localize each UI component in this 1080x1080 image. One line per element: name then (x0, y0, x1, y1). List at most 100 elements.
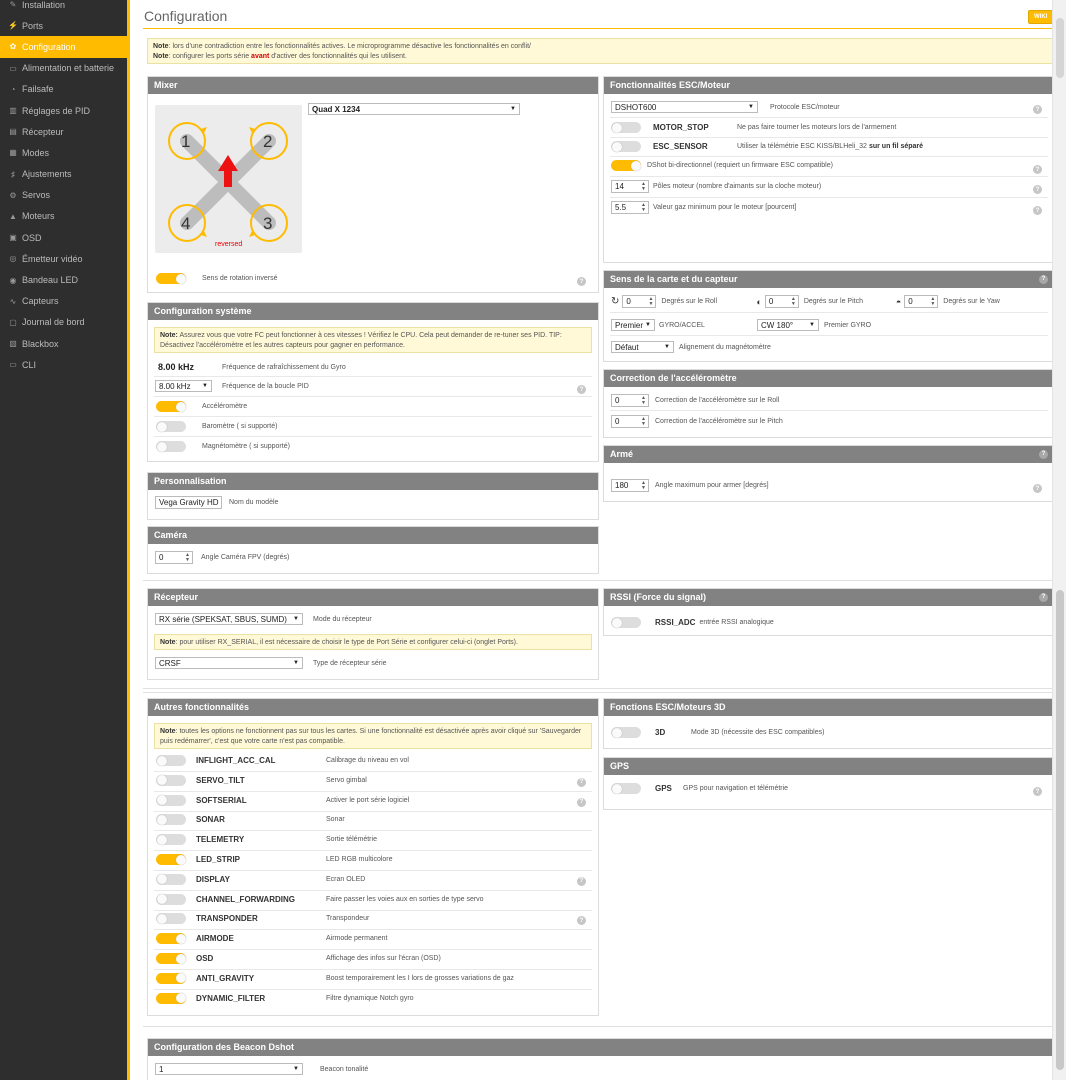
motor-poles-input[interactable]: 14 ▲ ▼ (611, 180, 649, 193)
pid-frequency-select[interactable]: 8.00 kHz ▼ (155, 380, 212, 392)
rssi-adc-toggle[interactable] (611, 617, 641, 628)
magnetometer-toggle[interactable] (156, 441, 186, 452)
help-icon[interactable]: ? (1039, 593, 1048, 602)
help-icon[interactable]: ? (1033, 484, 1042, 493)
vertical-scrollbar[interactable] (1052, 0, 1066, 1080)
motor-label-4: 4 (181, 214, 190, 233)
feature-toggle[interactable] (156, 834, 186, 846)
sidebar-item-modes[interactable]: ▦ Modes (0, 142, 127, 163)
sidebar-item-bandeau-led[interactable]: ◉ Bandeau LED (0, 269, 127, 290)
motor-stop-desc: Ne pas faire tourner les moteurs lors de… (737, 124, 897, 131)
board-yaw-input[interactable]: 0 ▲ ▼ (904, 295, 939, 308)
sidebar-item-servos[interactable]: ⚙ Servos (0, 185, 127, 206)
wiki-button[interactable]: WIKI (1028, 10, 1054, 24)
help-icon[interactable]: ? (1033, 787, 1042, 796)
feature-toggle[interactable] (156, 992, 186, 1004)
help-icon[interactable]: ? (577, 876, 586, 886)
feature-toggle[interactable] (156, 913, 186, 925)
sidebar-item-failsafe[interactable]: ◔ Failsafe (0, 79, 127, 100)
feature-desc: Boost temporairement les I lors de gross… (326, 974, 514, 982)
reverse-motor-label: Sens de rotation inversé (202, 275, 278, 282)
cli-icon: ▭ (9, 360, 17, 370)
esc-sensor-toggle[interactable] (611, 141, 641, 152)
sidebar-item-label: Ajustements (22, 169, 72, 180)
accel-trim-panel: Correction de l'accéléromètre 0 ▲ ▼ Correc… (603, 369, 1053, 438)
accelerometer-toggle[interactable] (156, 401, 186, 412)
scrollbar-thumb-upper[interactable] (1056, 18, 1064, 78)
feature-toggle[interactable] (156, 814, 186, 826)
sidebar-item-label: Capteurs (22, 296, 59, 307)
sidebar-item-blackbox[interactable]: ▧ Blackbox (0, 333, 127, 354)
feature-name: SONAR (196, 815, 225, 825)
feature-desc: Filtre dynamique Notch gyro (326, 994, 414, 1002)
help-icon[interactable]: ? (1039, 275, 1048, 284)
beacon-tone-select[interactable]: 1 ▼ (155, 1063, 303, 1075)
motor-stop-toggle[interactable] (611, 122, 641, 133)
reverse-motor-toggle[interactable] (156, 273, 186, 284)
craft-name-label: Nom du modèle (229, 499, 279, 506)
beacon-title: Configuration des Beacon Dshot (148, 1039, 1052, 1056)
gyro-select[interactable]: Premier ▼ (611, 319, 655, 331)
bidir-dshot-toggle[interactable] (611, 160, 641, 171)
feature-toggle[interactable] (156, 794, 186, 806)
scrollbar-thumb[interactable] (1056, 590, 1064, 1070)
sidebar-item-moteurs[interactable]: ▲ Moteurs (0, 206, 127, 227)
motor-idle-input[interactable]: 5.5 ▲ ▼ (611, 201, 649, 214)
feature-name: OSD (196, 954, 214, 963)
help-icon[interactable]: ? (577, 797, 586, 807)
help-icon[interactable]: ? (1039, 450, 1048, 459)
sidebar-item-ajustements[interactable]: ♯ Ajustements (0, 164, 127, 185)
mag-alignment-select[interactable]: Défaut ▼ (611, 341, 674, 353)
help-icon[interactable]: ? (1033, 185, 1042, 194)
help-icon[interactable]: ? (577, 916, 586, 926)
beacon-panel: Configuration des Beacon Dshot 1 ▼ Beacon… (147, 1038, 1053, 1080)
sidebar-item-ports[interactable]: ⚡ Ports (0, 15, 127, 36)
mixer-preset-select[interactable]: Quad X 1234 ▼ (308, 103, 520, 115)
gps-toggle[interactable] (611, 783, 641, 794)
barometer-toggle[interactable] (156, 421, 186, 432)
sidebar-item-installation[interactable]: ✎ Installation (0, 0, 127, 15)
3d-mode-toggle[interactable] (611, 727, 641, 738)
help-icon[interactable]: ? (1033, 105, 1042, 114)
sidebar-item--metteur-vid-o[interactable]: ◎ Émetteur vidéo (0, 248, 127, 269)
serial-receiver-select[interactable]: CRSF ▼ (155, 657, 303, 669)
accel-pitch-input[interactable]: 0 ▲ ▼ (611, 415, 649, 428)
board-pitch-input[interactable]: 0 ▲ ▼ (764, 295, 799, 308)
system-config-panel: Configuration système Note: Assurez vous… (147, 302, 599, 462)
sidebar-item-cli[interactable]: ▭ CLI (0, 354, 127, 375)
feature-toggle[interactable] (156, 953, 186, 964)
feature-toggle[interactable] (156, 854, 186, 865)
feature-toggle[interactable] (156, 893, 186, 905)
board-roll-input[interactable]: 0 ▲ ▼ (622, 295, 657, 308)
help-icon[interactable]: ? (577, 777, 586, 787)
sidebar-item-configuration[interactable]: ✿ Configuration (0, 36, 127, 58)
help-icon[interactable]: ? (577, 277, 586, 286)
feature-toggle[interactable] (156, 873, 186, 885)
personalization-panel: Personnalisation Vega Gravity HD Nom du … (147, 472, 599, 520)
help-icon[interactable]: ? (1033, 165, 1042, 174)
accel-roll-label: Correction de l'accéléromètre sur le Rol… (655, 397, 780, 404)
sidebar-item-capteurs[interactable]: ∿ Capteurs (0, 291, 127, 312)
feature-toggle[interactable] (156, 972, 186, 984)
arm-angle-input[interactable]: 180 ▲ ▼ (611, 479, 649, 492)
gear-icon: ✿ (9, 42, 17, 52)
sidebar-item-r-glages-de-pid[interactable]: ▥ Réglages de PID (0, 100, 127, 121)
sidebar-item-label: CLI (22, 359, 37, 370)
esc-protocol-select[interactable]: DSHOT600 ▼ (611, 101, 758, 113)
sidebar-item-journal-de-bord[interactable]: ▢ Journal de bord (0, 312, 127, 333)
feature-row: DISPLAY Ecran OLED (156, 873, 365, 885)
accel-roll-input[interactable]: 0 ▲ ▼ (611, 394, 649, 407)
sidebar-item-alimentation-et-batterie[interactable]: ▭ Alimentation et batterie (0, 58, 127, 79)
camera-angle-input[interactable]: 0 ▲ ▼ (155, 551, 193, 564)
sidebar-item-r-cepteur[interactable]: ▤ Récepteur (0, 121, 127, 142)
help-icon[interactable]: ? (1033, 206, 1042, 215)
sidebar-item-osd[interactable]: ▣ OSD (0, 227, 127, 248)
gyro-alignment-select[interactable]: CW 180° ▼ (757, 319, 819, 331)
feature-toggle[interactable] (156, 933, 186, 945)
receiver-mode-select[interactable]: RX série (SPEKSAT, SBUS, SUMD) ▼ (155, 613, 303, 625)
feature-toggle[interactable] (156, 755, 186, 766)
help-icon[interactable]: ? (577, 385, 586, 394)
feature-toggle[interactable] (156, 774, 186, 786)
led-icon: ◉ (9, 275, 17, 285)
craft-name-input[interactable]: Vega Gravity HD (155, 496, 222, 509)
